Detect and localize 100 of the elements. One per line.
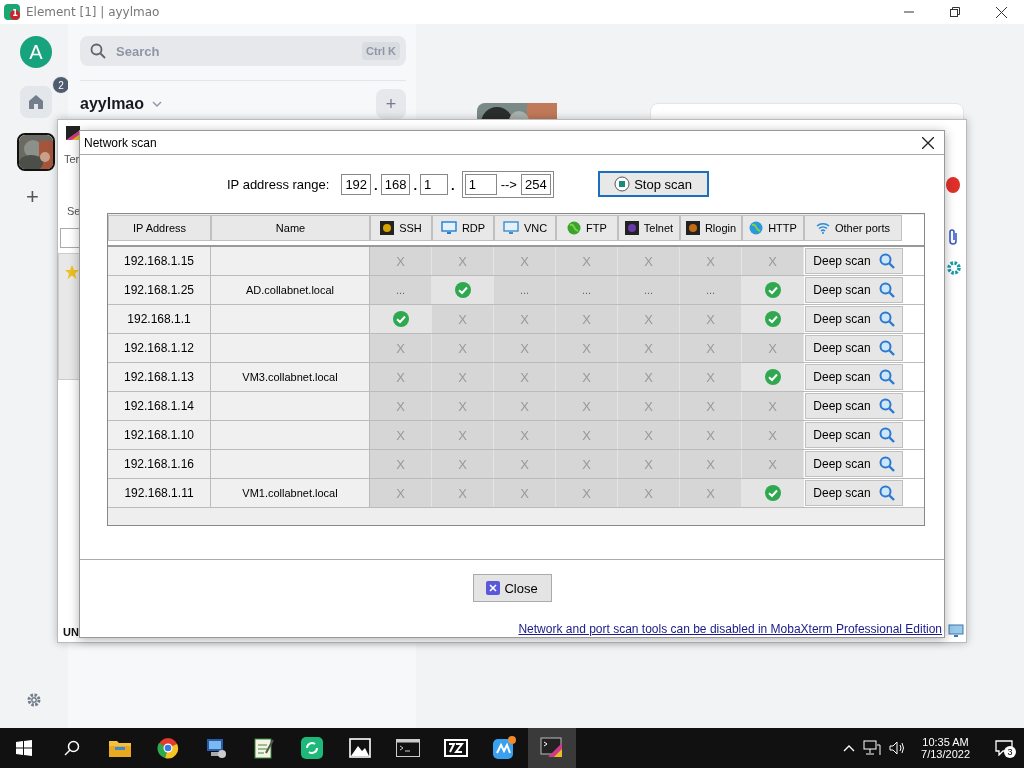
name-cell: AD.collabnet.local	[211, 276, 370, 304]
closed-port-cell: X	[742, 421, 804, 449]
closed-port-cell: X	[494, 363, 556, 391]
octet-separator: .	[373, 178, 379, 193]
deep-scan-button[interactable]: Deep scan	[805, 248, 903, 274]
octet-field[interactable]: 192	[341, 173, 372, 195]
closed-port-cell: X	[432, 363, 494, 391]
ip-cell: 192.168.1.14	[108, 392, 211, 420]
closed-port-cell: X	[618, 305, 680, 333]
pro-edition-link[interactable]: Network and port scan tools can be disabled in MobaXterm Professional Edition	[518, 622, 942, 636]
column-header[interactable]: Telnet	[618, 215, 680, 241]
range-end-field[interactable]: 254	[520, 173, 551, 195]
closed-port-cell: X	[556, 392, 618, 420]
tab-label: Ter	[64, 153, 80, 165]
deep-scan-button[interactable]: Deep scan	[805, 364, 903, 390]
ip-cell: 192.168.1.10	[108, 421, 211, 449]
closed-port-cell: X	[742, 450, 804, 478]
closed-port-cell: X	[680, 363, 742, 391]
pending-port-cell: ...	[370, 276, 432, 304]
shortcut-hint: Ctrl K	[362, 42, 400, 60]
window-title: Element [1] | ayylmao	[26, 5, 160, 19]
deep-scan-button[interactable]: Deep scan	[805, 277, 903, 303]
octet-field[interactable]: 1	[420, 173, 449, 195]
range-start-field[interactable]: 1	[464, 173, 497, 195]
deep-scan-button[interactable]: Deep scan	[805, 335, 903, 361]
closed-port-cell: X	[494, 305, 556, 333]
range-label: IP address range:	[227, 176, 330, 192]
column-header[interactable]: IP Address	[108, 215, 211, 241]
octet-separator: .	[412, 178, 419, 193]
closed-port-cell: X	[742, 392, 804, 420]
closed-port-cell: X	[680, 305, 742, 333]
octet-separator: .	[450, 178, 456, 193]
closed-port-cell: X	[742, 247, 804, 275]
closed-port-cell: X	[432, 334, 494, 362]
deep-scan-button[interactable]: Deep scan	[805, 306, 903, 332]
closed-port-cell: X	[432, 421, 494, 449]
closed-port-cell: X	[618, 363, 680, 391]
closed-port-cell: X	[618, 392, 680, 420]
closed-port-cell: X	[494, 334, 556, 362]
closed-port-cell: X	[618, 334, 680, 362]
column-header[interactable]: HTTP	[742, 215, 804, 241]
closed-port-cell: X	[494, 247, 556, 275]
column-header[interactable]: SSH	[370, 215, 432, 241]
close-button[interactable]: Close	[472, 574, 552, 602]
closed-port-cell: X	[494, 421, 556, 449]
ip-cell: 192.168.1.15	[108, 247, 211, 275]
column-header[interactable]: Name	[211, 215, 370, 241]
column-header[interactable]: RDP	[432, 215, 494, 241]
pending-port-cell: ...	[618, 276, 680, 304]
column-header[interactable]: VNC	[494, 215, 556, 241]
closed-port-cell: X	[556, 421, 618, 449]
space-name[interactable]: ayylmao	[80, 95, 145, 113]
deep-scan-button[interactable]: Deep scan	[805, 422, 903, 448]
closed-port-cell: X	[370, 450, 432, 478]
pending-port-cell: ...	[556, 276, 618, 304]
closed-port-cell: X	[556, 479, 618, 507]
notification-badge: 3	[1004, 746, 1016, 758]
closed-port-cell: X	[370, 363, 432, 391]
column-header[interactable]: FTP	[556, 215, 618, 241]
clock-time[interactable]: 10:35 AM	[922, 736, 969, 748]
ip-cell: 192.168.1.13	[108, 363, 211, 391]
pending-port-cell: ...	[680, 276, 742, 304]
pending-port-cell: ...	[494, 276, 556, 304]
closed-port-cell: X	[618, 247, 680, 275]
deep-scan-button[interactable]: Deep scan	[805, 451, 903, 477]
closed-port-cell: X	[494, 392, 556, 420]
name-cell: VM3.collabnet.local	[211, 363, 370, 391]
octet-field[interactable]: 168	[380, 173, 411, 195]
ip-cell: 192.168.1.25	[108, 276, 211, 304]
closed-port-cell: X	[618, 421, 680, 449]
closed-port-cell: X	[556, 305, 618, 333]
range-arrow: -->	[500, 176, 517, 192]
stop-scan-button[interactable]: Stop scan	[597, 171, 709, 197]
closed-port-cell: X	[370, 479, 432, 507]
ip-cell: 192.168.1.11	[108, 479, 211, 507]
closed-port-cell: X	[432, 479, 494, 507]
closed-port-cell: X	[370, 392, 432, 420]
closed-port-cell: X	[370, 247, 432, 275]
deep-scan-button[interactable]: Deep scan	[805, 480, 903, 506]
deep-scan-button[interactable]: Deep scan	[805, 393, 903, 419]
closed-port-cell: X	[370, 421, 432, 449]
clock-date[interactable]: 7/13/2022	[921, 748, 970, 760]
closed-port-cell: X	[432, 247, 494, 275]
ip-cell: 192.168.1.16	[108, 450, 211, 478]
column-header[interactable]: Other ports	[804, 215, 902, 241]
column-header[interactable]: Rlogin	[680, 215, 742, 241]
name-cell: VM1.collabnet.local	[211, 479, 370, 507]
closed-port-cell: X	[680, 479, 742, 507]
add-space-button[interactable]: +	[26, 186, 39, 208]
closed-port-cell: X	[618, 479, 680, 507]
closed-port-cell: X	[556, 247, 618, 275]
closed-port-cell: X	[556, 334, 618, 362]
closed-port-cell: X	[680, 392, 742, 420]
closed-port-cell: X	[680, 421, 742, 449]
closed-port-cell: X	[556, 363, 618, 391]
closed-port-cell: X	[680, 450, 742, 478]
closed-port-cell: X	[742, 334, 804, 362]
closed-port-cell: X	[680, 334, 742, 362]
ip-cell: 192.168.1.1	[108, 305, 211, 333]
closed-port-cell: X	[432, 392, 494, 420]
